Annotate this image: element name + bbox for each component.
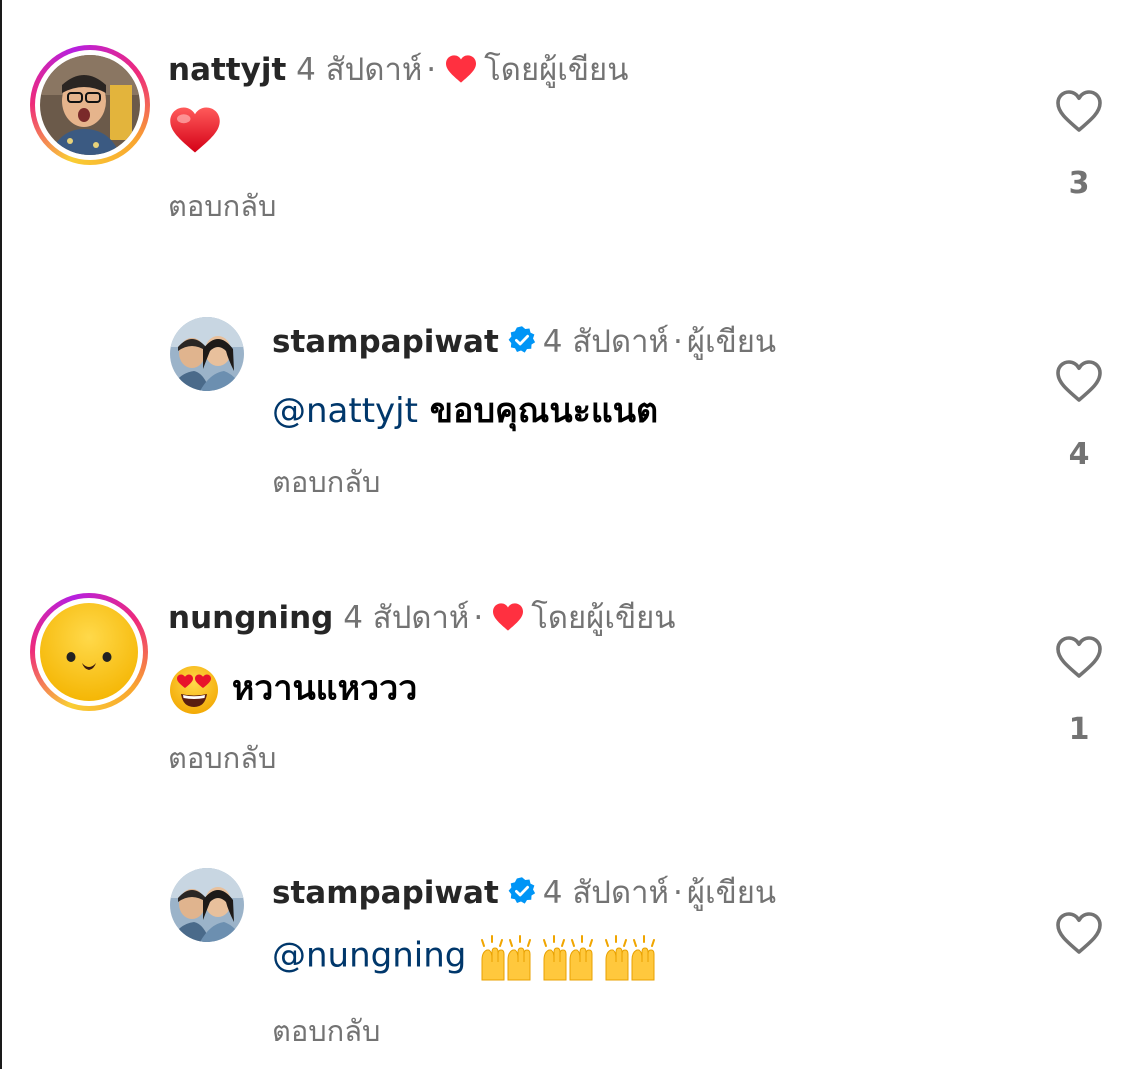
verified-badge-icon [508,877,535,904]
heart-eyes-emoji [170,666,218,714]
couple-photo-icon [170,868,244,942]
smiley-face-icon [40,603,138,701]
like-count: 3 [1068,166,1090,201]
reply-button[interactable]: ตอบกลับ [272,464,380,500]
reply-button[interactable]: ตอบกลับ [168,188,276,224]
timestamp[interactable]: 4 สัปดาห์ [296,52,422,88]
username[interactable]: nungning [168,600,333,636]
username[interactable]: nattyjt [168,52,286,88]
heart-outline-icon[interactable] [1055,634,1103,680]
avatar [40,55,140,155]
avatar [40,603,138,701]
comment-text: @nungning [272,932,658,982]
timestamp[interactable]: 4 สัปดาห์ [543,875,669,911]
comment-meta: stampapiwat 4 สัปดาห์ · ผู้เขียน [272,322,776,362]
separator: · [672,875,683,911]
heart-filled-icon [493,603,524,631]
frame-edge [0,0,2,1069]
story-ring[interactable] [30,45,150,165]
reply-button[interactable]: ตอบกลับ [168,740,276,776]
liked-by-author-label: โดยผู้เขียน [484,52,629,88]
comment-text: @nattyjt ขอบคุณนะแนต [272,389,658,433]
comment-meta: stampapiwat 4 สัปดาห์ · ผู้เขียน [272,873,776,913]
comment-message: หวานแหววว [231,668,418,709]
couple-photo-icon [170,317,244,391]
heart-outline-icon[interactable] [1055,358,1103,404]
separator: · [426,52,437,88]
like-count: 4 [1068,437,1090,472]
heart-outline-icon[interactable] [1055,910,1103,956]
comment-meta: nattyjt 4 สัปดาห์ · โดยผู้เขียน [168,50,628,90]
raising-hands-emoji [481,935,656,981]
liked-by-author-label: โดยผู้เขียน [531,600,676,636]
timestamp[interactable]: 4 สัปดาห์ [343,600,469,636]
reply-button[interactable]: ตอบกลับ [272,1013,380,1049]
separator: · [473,600,484,636]
username[interactable]: stampapiwat [272,875,499,911]
heart-filled-icon [446,55,477,83]
story-ring[interactable] [30,593,148,711]
mention-link[interactable]: @nattyjt [272,391,418,431]
comment-text [168,105,222,155]
red-heart-emoji [170,107,220,153]
avatar[interactable] [170,868,244,942]
comment-meta: nungning 4 สัปดาห์ · โดยผู้เขียน [168,598,676,638]
verified-badge-icon [508,326,535,353]
avatar[interactable] [170,317,244,391]
comment-text: หวานแหววว [168,664,417,716]
author-label: ผู้เขียน [686,875,777,911]
like-count: 1 [1068,712,1090,747]
username[interactable]: stampapiwat [272,324,499,360]
comment-message: ขอบคุณนะแนต [429,391,659,431]
mention-link[interactable]: @nungning [272,936,466,976]
separator: · [672,324,683,360]
author-label: ผู้เขียน [686,324,777,360]
person-photo-icon [40,55,140,155]
timestamp[interactable]: 4 สัปดาห์ [543,324,669,360]
heart-outline-icon[interactable] [1055,88,1103,134]
